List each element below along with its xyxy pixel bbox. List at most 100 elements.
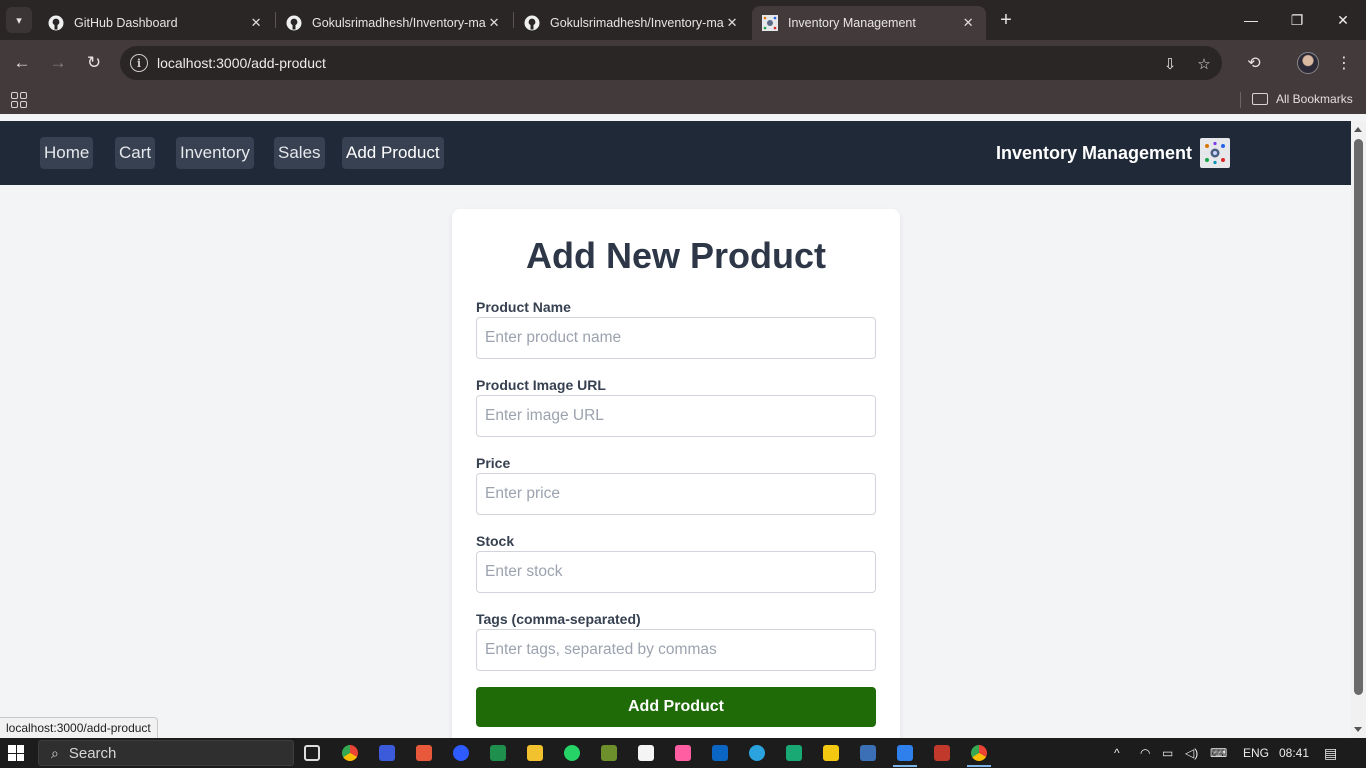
close-window-icon[interactable]: ✕ bbox=[1320, 0, 1366, 40]
product-name-input[interactable] bbox=[476, 317, 876, 359]
all-bookmarks-label: All Bookmarks bbox=[1276, 92, 1353, 106]
chrome-icon[interactable] bbox=[342, 745, 358, 761]
wifi-icon[interactable]: ◠ bbox=[1140, 738, 1150, 768]
tab-title: Inventory Management bbox=[788, 16, 916, 30]
add-product-form: Add New Product Product Name Product Ima… bbox=[452, 209, 900, 738]
scroll-up-icon[interactable] bbox=[1354, 127, 1362, 132]
browser-tab-strip: ▾ GitHub Dashboard ✕ Gokulsrimadhesh/Inv… bbox=[0, 0, 1366, 40]
notifications-icon[interactable]: ▤ bbox=[1324, 738, 1337, 768]
close-tab-icon[interactable]: ✕ bbox=[960, 15, 976, 31]
product-image-url-input[interactable] bbox=[476, 395, 876, 437]
nav-home[interactable]: Home bbox=[40, 137, 94, 169]
price-input[interactable] bbox=[476, 473, 876, 515]
restore-icon[interactable]: ❐ bbox=[1274, 0, 1320, 40]
all-bookmarks-button[interactable]: All Bookmarks bbox=[1252, 92, 1353, 106]
github-icon bbox=[524, 15, 540, 31]
media-app-icon[interactable] bbox=[675, 745, 691, 761]
bookmarks-bar: All Bookmarks bbox=[0, 86, 1366, 114]
stock-input[interactable] bbox=[476, 551, 876, 593]
tab-title: GitHub Dashboard bbox=[74, 16, 178, 30]
scrollbar-thumb[interactable] bbox=[1354, 139, 1363, 695]
product-image-url-label: Product Image URL bbox=[476, 377, 606, 393]
stock-label: Stock bbox=[476, 533, 515, 549]
product-name-label: Product Name bbox=[476, 299, 571, 315]
nav-inventory[interactable]: Inventory bbox=[176, 137, 254, 169]
tags-label: Tags (comma-separated) bbox=[476, 611, 641, 627]
web-page: Home Cart Inventory Sales Add Product In… bbox=[0, 121, 1351, 738]
brand-logo bbox=[1200, 138, 1230, 168]
nav-cart[interactable]: Cart bbox=[115, 137, 156, 169]
page-scrollbar[interactable] bbox=[1351, 121, 1366, 738]
bookmarks-separator bbox=[1240, 92, 1241, 108]
github-icon bbox=[286, 15, 302, 31]
telegram-icon[interactable] bbox=[749, 745, 765, 761]
close-tab-icon[interactable]: ✕ bbox=[724, 15, 740, 31]
close-tab-icon[interactable]: ✕ bbox=[248, 15, 264, 31]
app-favicon-icon bbox=[762, 15, 778, 31]
nav-add-product[interactable]: Add Product bbox=[342, 137, 444, 169]
volume-icon[interactable]: ◁) bbox=[1185, 738, 1198, 768]
new-tab-icon[interactable]: + bbox=[994, 8, 1018, 32]
chrome-active-icon[interactable] bbox=[967, 745, 991, 767]
browser-toolbar: ← → ↻ i localhost:3000/add-product ⇩ ☆ ⟲… bbox=[0, 40, 1366, 86]
windows-start-icon[interactable] bbox=[8, 745, 24, 761]
app-navbar: Home Cart Inventory Sales Add Product In… bbox=[0, 121, 1351, 185]
taskbar-search-label: Search bbox=[68, 744, 117, 762]
search-icon: ⌕ bbox=[51, 744, 59, 761]
address-bar[interactable]: i localhost:3000/add-product ⇩ ☆ bbox=[120, 46, 1222, 80]
whatsapp-icon[interactable] bbox=[564, 745, 580, 761]
inventory-logo-icon bbox=[1205, 141, 1225, 165]
tags-input[interactable] bbox=[476, 629, 876, 671]
back-icon[interactable]: ← bbox=[8, 49, 36, 77]
tab-search-button[interactable]: ▾ bbox=[6, 7, 32, 33]
tab-github-dashboard[interactable]: GitHub Dashboard ✕ bbox=[38, 6, 274, 40]
gmail-icon[interactable] bbox=[638, 745, 654, 761]
excel-icon[interactable] bbox=[490, 745, 506, 761]
reload-icon[interactable]: ↻ bbox=[80, 49, 108, 77]
link-status-bubble: localhost:3000/add-product bbox=[0, 717, 158, 738]
nav-sales[interactable]: Sales bbox=[274, 137, 325, 169]
brand-title: Inventory Management bbox=[995, 143, 1192, 163]
power-bi-icon[interactable] bbox=[823, 745, 839, 761]
language-indicator[interactable]: ENG bbox=[1243, 738, 1269, 768]
menu-kebab-icon[interactable]: ⋮ bbox=[1330, 49, 1358, 77]
price-label: Price bbox=[476, 455, 511, 471]
history-icon[interactable]: ⟲ bbox=[1240, 49, 1268, 77]
forward-icon[interactable]: → bbox=[44, 49, 72, 77]
github-icon bbox=[48, 15, 64, 31]
form-title: Add New Product bbox=[525, 235, 826, 276]
minimize-icon[interactable]: — bbox=[1228, 0, 1274, 40]
word-icon[interactable] bbox=[379, 745, 395, 761]
apps-grid-icon[interactable] bbox=[11, 92, 27, 108]
tab-title: Gokulsrimadhesh/Inventory-ma bbox=[312, 16, 486, 30]
battery-icon[interactable]: ▭ bbox=[1162, 738, 1173, 768]
bookmark-star-icon[interactable]: ☆ bbox=[1194, 54, 1214, 74]
clock[interactable]: 08:41 bbox=[1279, 738, 1309, 768]
add-product-button[interactable]: Add Product bbox=[476, 687, 876, 727]
tab-github-repo-1[interactable]: Gokulsrimadhesh/Inventory-ma ✕ bbox=[276, 6, 512, 40]
close-tab-icon[interactable]: ✕ bbox=[486, 15, 502, 31]
task-view-icon[interactable] bbox=[304, 745, 320, 761]
file-explorer-icon[interactable] bbox=[527, 745, 543, 761]
tool-app-icon[interactable] bbox=[860, 745, 876, 761]
windows-taskbar: ⌕ Search ^ ◠ ▭ ◁) ⌨ ENG 08:41 ▤ bbox=[0, 738, 1366, 768]
vscode-icon[interactable] bbox=[893, 745, 917, 767]
folder-icon bbox=[1252, 93, 1268, 105]
keyboard-icon[interactable]: ⌨ bbox=[1210, 738, 1227, 768]
address-url[interactable]: localhost:3000/add-product bbox=[157, 55, 326, 71]
camera-app-icon[interactable] bbox=[601, 745, 617, 761]
linkedin-icon[interactable] bbox=[712, 745, 728, 761]
scroll-down-icon[interactable] bbox=[1354, 727, 1362, 732]
dev-app-icon[interactable] bbox=[786, 745, 802, 761]
zoom-icon[interactable] bbox=[453, 745, 469, 761]
presentation-app-icon[interactable] bbox=[934, 745, 950, 761]
tab-github-repo-2[interactable]: Gokulsrimadhesh/Inventory-ma ✕ bbox=[514, 6, 750, 40]
taskbar-search[interactable]: ⌕ Search bbox=[38, 740, 294, 766]
app-icon-red[interactable] bbox=[416, 745, 432, 761]
tab-title: Gokulsrimadhesh/Inventory-ma bbox=[550, 16, 724, 30]
site-info-icon[interactable]: i bbox=[130, 54, 148, 72]
profile-avatar[interactable] bbox=[1297, 52, 1319, 74]
install-app-icon[interactable]: ⇩ bbox=[1160, 54, 1180, 74]
tray-expand-icon[interactable]: ^ bbox=[1114, 738, 1120, 768]
tab-inventory-management[interactable]: Inventory Management ✕ bbox=[752, 6, 986, 40]
